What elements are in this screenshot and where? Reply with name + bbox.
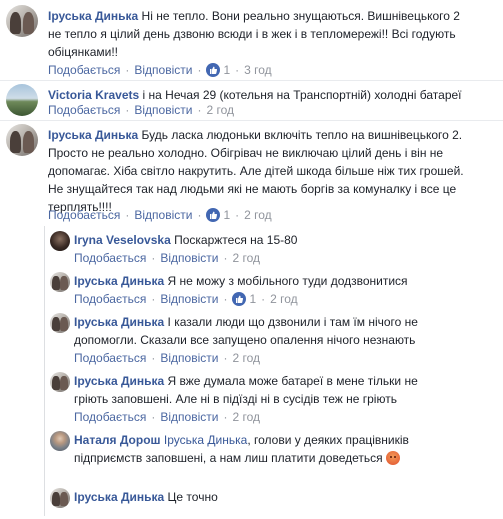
avatar[interactable] (50, 488, 70, 508)
like-count: 1 (223, 208, 231, 222)
comment-text: Будь ласка людоньки включіть тепло на ви… (141, 128, 463, 142)
comment-time[interactable]: 3 год (244, 63, 272, 77)
reply-time[interactable]: 2 год (232, 410, 260, 424)
like-button[interactable]: Подобається (48, 103, 120, 117)
reply-time[interactable]: 2 год (232, 351, 260, 365)
reply-text: І казали люди що дзвонили і там їм нічог… (167, 315, 418, 329)
comment-actions: Подобається · Відповісти · 1 · 2 год (48, 208, 272, 222)
comment-actions: Подобається · Відповісти · 1 · 3 год (48, 63, 272, 77)
comment-author[interactable]: Victoria Kravets (48, 88, 139, 102)
comment-text: не тепло я цілий день дзвоню всюди і в ж… (48, 27, 456, 41)
reply-button[interactable]: Відповісти (160, 351, 218, 365)
reply-author[interactable]: Іруська Динька (74, 374, 164, 388)
comment-author[interactable]: Іруська Динька (48, 128, 138, 142)
comments-feed: Іруська Динька Ні не тепло. Вони реально… (0, 0, 503, 519)
avatar[interactable] (50, 372, 70, 392)
reply-author[interactable]: Iryna Veselovska (74, 233, 171, 247)
reply-button[interactable]: Відповісти (160, 410, 218, 424)
comment-text: Не знущайтеся так над людьми які не мают… (48, 182, 457, 196)
reply-author[interactable]: Наталя Дорош (74, 433, 161, 447)
thumbs-up-icon (206, 208, 221, 222)
comment-text: допомагає. Хіба світло накрутить. Але ді… (48, 164, 464, 178)
reply-button[interactable]: Відповісти (134, 63, 192, 77)
avatar[interactable] (50, 313, 70, 333)
comment-text: Ні не тепло. Вони реально знущаються. Ви… (141, 9, 460, 23)
like-button[interactable]: Подобається (74, 292, 146, 306)
comment-text: і на Нечая 29 (котельня на Транспортній)… (142, 88, 462, 102)
avatar[interactable] (50, 272, 70, 292)
like-button[interactable]: Подобається (74, 351, 146, 365)
reply-author[interactable]: Іруська Динька (74, 490, 164, 504)
reply-time[interactable]: 2 год (232, 251, 260, 265)
comment-text: обіцянками!! (48, 45, 119, 59)
avatar[interactable] (6, 5, 38, 37)
reply-actions: Подобається · Відповісти · 2 год (74, 410, 260, 424)
reply-button[interactable]: Відповісти (160, 292, 218, 306)
divider (0, 120, 503, 121)
reply-text: Я вже думала може батареї в мене тільки … (167, 374, 418, 388)
reply-time[interactable]: 2 год (270, 292, 298, 306)
reply-author[interactable]: Іруська Динька (74, 315, 164, 329)
like-count: 1 (223, 63, 231, 77)
avatar[interactable] (50, 231, 70, 251)
angry-face-icon (386, 451, 400, 465)
reply-text: Я не можу з мобільного туди додзвонитися (167, 274, 408, 288)
reply-button[interactable]: Відповісти (134, 208, 192, 222)
reply-actions: Подобається · Відповісти · 2 год (74, 251, 260, 265)
reply-button[interactable]: Відповісти (134, 103, 192, 117)
thumbs-up-icon (206, 63, 221, 77)
reply-author[interactable]: Іруська Динька (74, 274, 164, 288)
like-button[interactable]: Подобається (74, 251, 146, 265)
reply-button[interactable]: Відповісти (160, 251, 218, 265)
avatar[interactable] (50, 431, 70, 451)
comment-time[interactable]: 2 год (244, 208, 272, 222)
reply-text: Поскаржтеся на 15-80 (174, 233, 298, 247)
reply-text: гріють заповшені. Але ні в підїзді ні в … (74, 392, 397, 406)
like-button[interactable]: Подобається (48, 208, 120, 222)
comment-actions: Подобається · Відповісти · 2 год (48, 103, 234, 117)
divider (0, 80, 503, 81)
thumbs-up-icon (232, 292, 247, 306)
reply-text: допомогли. Сказали все запущено опалення… (74, 333, 416, 347)
comment-author[interactable]: Іруська Динька (48, 9, 138, 23)
mention-link[interactable]: Іруська Динька (164, 433, 247, 447)
avatar[interactable] (6, 84, 38, 116)
comment-text: Просто не реально холодно. Обігрівач не … (48, 146, 444, 160)
comment-time[interactable]: 2 год (206, 103, 234, 117)
like-button[interactable]: Подобається (48, 63, 120, 77)
reply-text: підприємств заповшені, а нам лиш платити… (74, 451, 383, 465)
avatar[interactable] (6, 124, 38, 156)
thread-line (44, 226, 45, 516)
reply-actions: Подобається · Відповісти · 1 · 2 год (74, 292, 298, 306)
reply-text: , голови у деяких працівників (247, 433, 409, 447)
like-count: 1 (249, 292, 257, 306)
reply-actions: Подобається · Відповісти · 2 год (74, 351, 260, 365)
like-button[interactable]: Подобається (74, 410, 146, 424)
reply-text: Це точно (167, 490, 218, 504)
